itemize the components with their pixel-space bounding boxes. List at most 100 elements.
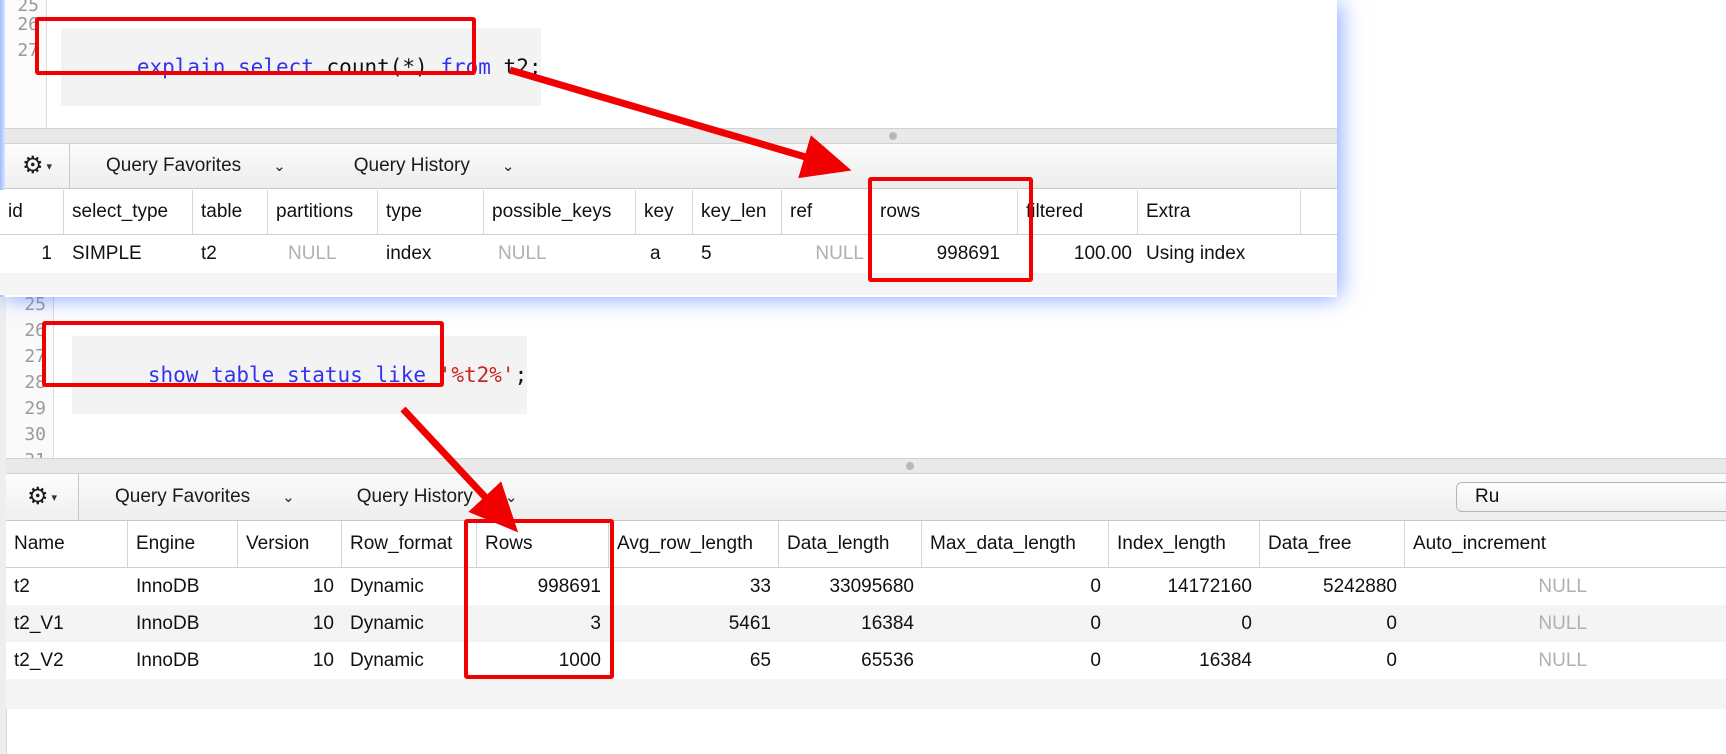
col-header-name[interactable]: Name	[6, 521, 128, 567]
cell-rows: 998691	[936, 243, 1000, 264]
cell-name: t2_V1	[14, 612, 64, 634]
chevron-down-icon[interactable]: ⌄	[282, 488, 295, 506]
top-query-history-menu[interactable]: Query History ⌄	[308, 144, 537, 188]
table-row[interactable]: t2_V1 InnoDB 10 Dynamic 3 5461 16384 0 0…	[6, 605, 1726, 642]
run-button[interactable]: Ru	[1456, 482, 1726, 512]
col-header-avg-row-length[interactable]: Avg_row_length	[609, 521, 779, 567]
cell-table: t2	[201, 243, 217, 264]
cell-avg-row-length: 33	[749, 575, 771, 597]
splitter-grab-dot[interactable]	[906, 462, 914, 470]
table-status-grid[interactable]: Name Engine Version Row_format Rows Avg_…	[6, 521, 1726, 709]
line-number: 26	[17, 14, 39, 35]
col-header-index-length[interactable]: Index_length	[1109, 521, 1260, 567]
cell-extra: Using index	[1146, 243, 1246, 264]
cell-spacer	[1301, 235, 1337, 273]
cell-partitions: NULL	[288, 243, 337, 264]
col-header-key-len[interactable]: key_len	[693, 190, 782, 234]
col-header-engine[interactable]: Engine	[128, 521, 238, 567]
top-panel-splitter[interactable]	[5, 128, 1337, 144]
col-header-rows[interactable]: Rows	[477, 521, 609, 567]
bottom-grid-options-button[interactable]: ⚙ ▾	[6, 474, 79, 520]
line-number: 27	[24, 346, 46, 367]
cell-max-data-length: 0	[1090, 649, 1101, 671]
chevron-down-icon[interactable]: ⌄	[273, 157, 286, 175]
col-header-max-data-length[interactable]: Max_data_length	[922, 521, 1109, 567]
cell-version: 10	[312, 575, 334, 597]
sql-plain: count(*)	[313, 55, 441, 79]
bottom-panel-splitter[interactable]	[6, 458, 1726, 474]
cell-rows: 998691	[537, 575, 601, 597]
chevron-down-icon[interactable]: ⌄	[505, 488, 518, 506]
col-header-data-length[interactable]: Data_length	[779, 521, 922, 567]
gear-icon[interactable]: ⚙	[27, 485, 49, 509]
top-editor-query-line[interactable]: explain select count(*) from t2;	[61, 28, 542, 106]
cell-data-length: 16384	[861, 612, 914, 634]
line-number: 28	[24, 372, 46, 393]
cell-id: 1	[41, 243, 52, 264]
caret-down-icon[interactable]: ▾	[46, 160, 52, 173]
bottom-sql-editor[interactable]: 25 26 27 28 29 30 31 show table status l…	[6, 292, 1726, 471]
splitter-grab-dot[interactable]	[889, 132, 897, 140]
explain-result-grid[interactable]: id select_type table partitions type pos…	[0, 190, 1337, 295]
cell-version: 10	[312, 649, 334, 671]
cell-row-format: Dynamic	[350, 612, 424, 634]
cell-auto-increment: NULL	[1538, 612, 1587, 634]
bottom-results-toolbar[interactable]: ⚙ ▾ Query Favorites ⌄ Query History ⌄ Ru	[6, 474, 1726, 521]
top-grid-options-button[interactable]: ⚙ ▾	[5, 144, 70, 188]
col-header-possible-keys[interactable]: possible_keys	[484, 190, 636, 234]
sql-plain	[363, 363, 376, 387]
table-row[interactable]: t2 InnoDB 10 Dynamic 998691 33 33095680 …	[6, 568, 1726, 605]
table-row[interactable]: 1 SIMPLE t2 NULL index NULL a 5 NULL 998…	[0, 235, 1337, 273]
col-header-version[interactable]: Version	[238, 521, 342, 567]
table-row[interactable]: t2_V2 InnoDB 10 Dynamic 1000 65 65536 0 …	[6, 642, 1726, 679]
query-favorites-label: Query Favorites	[115, 486, 251, 507]
explain-header-row: id select_type table partitions type pos…	[0, 190, 1337, 235]
col-header-auto-increment[interactable]: Auto_increment	[1405, 521, 1595, 567]
col-header-select-type[interactable]: select_type	[64, 190, 193, 234]
sql-keyword: explain	[136, 55, 226, 79]
caret-down-icon[interactable]: ▾	[51, 491, 57, 504]
col-header-type[interactable]: type	[378, 190, 484, 234]
cell-index-length: 0	[1241, 612, 1252, 634]
cell-avg-row-length: 5461	[728, 612, 771, 634]
col-header-partitions[interactable]: partitions	[268, 190, 378, 234]
cell-key-len: 5	[701, 243, 712, 264]
col-header-filtered[interactable]: filtered	[1018, 190, 1138, 234]
sql-plain	[274, 363, 287, 387]
chevron-down-icon[interactable]: ⌄	[502, 157, 515, 175]
col-header-data-free[interactable]: Data_free	[1260, 521, 1405, 567]
top-sql-editor[interactable]: 25 26 27 explain select count(*) from t2…	[5, 0, 1337, 130]
cell-data-length: 65536	[861, 649, 914, 671]
query-history-label: Query History	[353, 155, 470, 176]
grid-empty-row	[0, 273, 1337, 295]
bottom-query-history-menu[interactable]: Query History ⌄	[317, 474, 540, 520]
explain-result-window: 25 26 27 explain select count(*) from t2…	[0, 0, 1337, 297]
bottom-query-favorites-menu[interactable]: Query Favorites ⌄	[79, 474, 317, 520]
col-header-ref[interactable]: ref	[782, 190, 872, 234]
line-number: 27	[17, 40, 39, 61]
col-header-spacer	[1301, 190, 1337, 234]
sql-plain: ;	[514, 363, 528, 387]
line-number: 26	[24, 320, 46, 341]
col-header-id[interactable]: id	[0, 190, 64, 234]
cell-name: t2_V2	[14, 649, 64, 671]
cell-engine: InnoDB	[136, 612, 200, 634]
col-header-table[interactable]: table	[193, 190, 268, 234]
col-header-row-format[interactable]: Row_format	[342, 521, 477, 567]
table-status-header-row: Name Engine Version Row_format Rows Avg_…	[6, 521, 1726, 568]
col-header-rows[interactable]: rows	[872, 190, 1018, 234]
query-favorites-label: Query Favorites	[106, 155, 242, 176]
cell-max-data-length: 0	[1090, 575, 1101, 597]
bottom-editor-gutter: 25 26 27 28 29 30 31	[6, 292, 54, 471]
col-header-extra[interactable]: Extra	[1138, 190, 1301, 234]
col-header-key[interactable]: key	[636, 190, 693, 234]
top-query-favorites-menu[interactable]: Query Favorites ⌄	[70, 144, 308, 188]
line-number: 29	[24, 398, 46, 419]
cell-data-length: 33095680	[829, 575, 914, 597]
sql-plain	[426, 363, 439, 387]
bottom-editor-query-line[interactable]: show table status like '%t2%';	[72, 336, 528, 414]
grid-empty-row	[6, 679, 1726, 709]
cell-type: index	[386, 243, 432, 264]
top-results-toolbar[interactable]: ⚙ ▾ Query Favorites ⌄ Query History ⌄	[5, 144, 1337, 189]
gear-icon[interactable]: ⚙	[22, 154, 44, 178]
